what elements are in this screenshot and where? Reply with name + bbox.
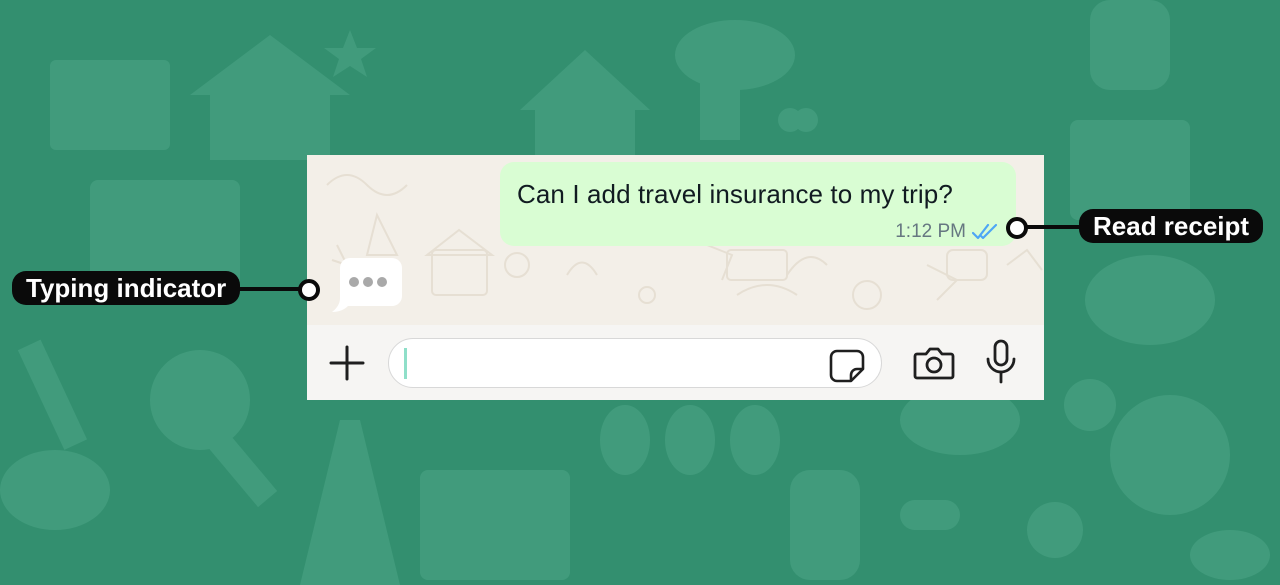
typing-indicator-callout: Typing indicator <box>12 271 241 305</box>
camera-icon[interactable] <box>913 344 955 382</box>
typing-dots-icon <box>332 258 402 312</box>
chat-panel: Can I add travel insurance to my trip? 1… <box>307 155 1044 400</box>
read-receipt-callout: Read receipt <box>1079 209 1264 243</box>
message-text: Can I add travel insurance to my trip? <box>517 179 953 209</box>
text-cursor <box>404 348 407 379</box>
message-input-box[interactable] <box>388 338 882 388</box>
message-input[interactable] <box>411 347 815 381</box>
read-receipt-marker <box>1006 217 1028 239</box>
typing-indicator-connector <box>240 287 302 291</box>
plus-icon[interactable] <box>327 343 367 383</box>
outgoing-message-bubble[interactable]: Can I add travel insurance to my trip? 1… <box>500 162 1016 246</box>
read-receipt-connector <box>1022 225 1082 229</box>
sticker-icon[interactable] <box>829 347 865 383</box>
double-check-read-icon <box>972 223 998 240</box>
typing-indicator-marker <box>298 279 320 301</box>
message-meta: 1:12 PM <box>895 221 1000 243</box>
microphone-icon[interactable] <box>983 339 1019 385</box>
message-time: 1:12 PM <box>895 221 966 242</box>
